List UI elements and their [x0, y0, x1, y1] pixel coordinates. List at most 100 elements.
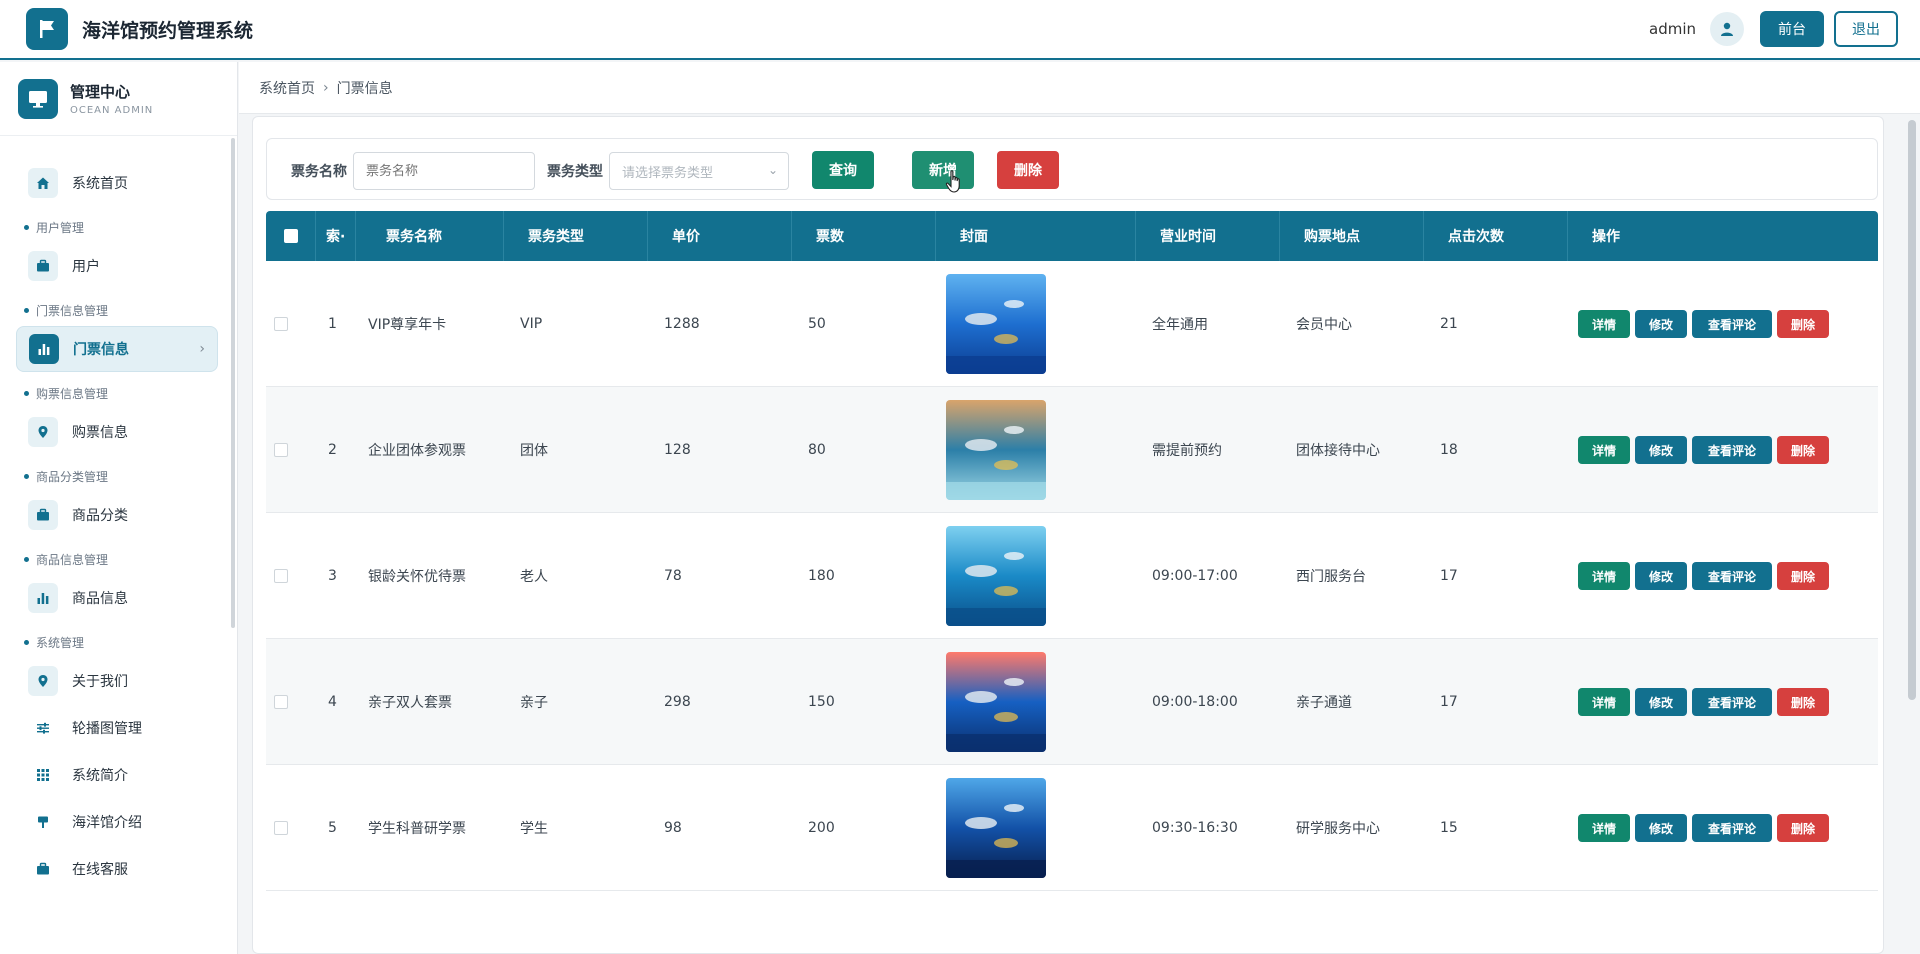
- sidebar-item-home[interactable]: 系统首页: [16, 160, 218, 206]
- cell-type: 老人: [520, 569, 548, 585]
- table-row: 1 VIP尊享年卡 VIP 1288 50 全年通用 会员中心 21 详情 修改…: [266, 261, 1878, 387]
- hand-cursor-icon: [945, 170, 960, 193]
- sidebar-item-label: 商品信息: [72, 591, 128, 607]
- detail-button[interactable]: 详情: [1578, 562, 1630, 590]
- col-count[interactable]: 票数: [792, 211, 936, 261]
- select-all-checkbox[interactable]: [284, 229, 298, 243]
- sidebar-header: 管理中心 OCEAN ADMIN: [0, 62, 237, 136]
- cell-place: 团体接待中心: [1296, 443, 1380, 459]
- ticket-type-select[interactable]: 请选择票务类型 ⌄: [609, 152, 789, 190]
- row-checkbox[interactable]: [274, 569, 288, 583]
- cover-image[interactable]: [946, 400, 1046, 500]
- view-reviews-button[interactable]: 查看评论: [1692, 814, 1772, 842]
- table-row: 4 亲子双人套票 亲子 298 150 09:00-18:00 亲子通道 17: [266, 639, 1878, 765]
- view-reviews-button[interactable]: 查看评论: [1692, 562, 1772, 590]
- col-price[interactable]: 单价: [648, 211, 792, 261]
- delete-button[interactable]: 删除: [1777, 436, 1829, 464]
- sidebar-item-label: 购票信息: [72, 425, 128, 441]
- cell-hours: 需提前预约: [1152, 443, 1222, 459]
- col-clicks[interactable]: 点击次数: [1424, 211, 1568, 261]
- view-reviews-button[interactable]: 查看评论: [1692, 688, 1772, 716]
- sidebar-item-label: 商品分类: [72, 508, 128, 524]
- cell-name: 企业团体参观票: [368, 443, 466, 459]
- col-place[interactable]: 购票地点: [1280, 211, 1424, 261]
- edit-button[interactable]: 修改: [1635, 814, 1687, 842]
- main-scrollbar[interactable]: [1908, 120, 1916, 700]
- view-reviews-button[interactable]: 查看评论: [1692, 310, 1772, 338]
- cell-index: 4: [328, 694, 337, 710]
- delete-button[interactable]: 删除: [1777, 562, 1829, 590]
- row-checkbox[interactable]: [274, 317, 288, 331]
- delete-button[interactable]: 删除: [1777, 814, 1829, 842]
- col-type[interactable]: 票务类型: [504, 211, 648, 261]
- cover-image[interactable]: [946, 274, 1046, 374]
- breadcrumb: 系统首页 › 门票信息: [239, 62, 1920, 114]
- col-name[interactable]: 票务名称: [356, 211, 504, 261]
- table-row: 3 银龄关怀优待票 老人 78 180 09:00-17:00 西门服务台 17: [266, 513, 1878, 639]
- front-page-button[interactable]: 前台: [1760, 11, 1824, 47]
- cell-count: 200: [808, 820, 835, 836]
- detail-button[interactable]: 详情: [1578, 310, 1630, 338]
- cell-type: 团体: [520, 443, 548, 459]
- location-icon: [28, 417, 58, 447]
- detail-button[interactable]: 详情: [1578, 814, 1630, 842]
- cell-name: 亲子双人套票: [368, 695, 452, 711]
- edit-button[interactable]: 修改: [1635, 436, 1687, 464]
- group-label-users: 用户管理: [0, 214, 232, 240]
- cell-place: 研学服务中心: [1296, 821, 1380, 837]
- ticket-name-input[interactable]: [353, 152, 535, 190]
- sidebar-item-label: 系统简介: [72, 768, 128, 784]
- logout-button[interactable]: 退出: [1834, 11, 1898, 47]
- query-button[interactable]: 查询: [812, 151, 874, 189]
- cover-image[interactable]: [946, 526, 1046, 626]
- bulk-delete-button[interactable]: 删除: [997, 151, 1059, 189]
- view-reviews-button[interactable]: 查看评论: [1692, 436, 1772, 464]
- edit-button[interactable]: 修改: [1635, 562, 1687, 590]
- cell-place: 会员中心: [1296, 317, 1352, 333]
- cell-clicks: 17: [1440, 568, 1458, 584]
- cell-index: 1: [328, 316, 337, 332]
- detail-button[interactable]: 详情: [1578, 688, 1630, 716]
- sidebar-item-users[interactable]: 用户: [16, 243, 218, 289]
- user-avatar-icon[interactable]: [1710, 12, 1744, 46]
- add-button[interactable]: 新增: [912, 151, 974, 189]
- row-checkbox[interactable]: [274, 695, 288, 709]
- briefcase-icon: [28, 251, 58, 281]
- cell-hours: 全年通用: [1152, 317, 1208, 333]
- sidebar-item-purchases[interactable]: 购票信息: [16, 409, 218, 455]
- breadcrumb-home-link[interactable]: 系统首页: [259, 78, 315, 98]
- table-row: 5 学生科普研学票 学生 98 200 09:30-16:30 研学服务中心 1: [266, 765, 1878, 891]
- cell-price: 128: [664, 442, 691, 458]
- cover-image[interactable]: [946, 652, 1046, 752]
- cell-count: 80: [808, 442, 826, 458]
- cell-count: 50: [808, 316, 826, 332]
- cell-type: VIP: [520, 316, 543, 332]
- sidebar-item-categories[interactable]: 商品分类: [16, 492, 218, 538]
- delete-button[interactable]: 删除: [1777, 688, 1829, 716]
- edit-button[interactable]: 修改: [1635, 688, 1687, 716]
- cell-name: 学生科普研学票: [368, 821, 466, 837]
- edit-button[interactable]: 修改: [1635, 310, 1687, 338]
- chevron-right-icon: ›: [199, 341, 205, 357]
- cell-count: 150: [808, 694, 835, 710]
- col-actions: 操作: [1592, 229, 1620, 245]
- sidebar-item-carousel[interactable]: 轮播图管理: [16, 705, 218, 751]
- cover-image[interactable]: [946, 778, 1046, 878]
- search-bar: 票务名称 票务类型 请选择票务类型 ⌄ 查询 新增 删除: [266, 138, 1878, 200]
- group-label-tickets: 门票信息管理: [0, 297, 232, 323]
- row-checkbox[interactable]: [274, 821, 288, 835]
- sidebar-item-products[interactable]: 商品信息: [16, 575, 218, 621]
- detail-button[interactable]: 详情: [1578, 436, 1630, 464]
- col-index[interactable]: 索·: [316, 211, 356, 261]
- delete-button[interactable]: 删除: [1777, 310, 1829, 338]
- sidebar-item-intro[interactable]: 系统简介: [16, 752, 218, 798]
- sidebar-item-tickets[interactable]: 门票信息 ›: [16, 326, 218, 372]
- briefcase-icon: [28, 500, 58, 530]
- sidebar-item-support[interactable]: 在线客服: [16, 846, 218, 892]
- row-checkbox[interactable]: [274, 443, 288, 457]
- col-hours[interactable]: 营业时间: [1136, 211, 1280, 261]
- sidebar-item-about[interactable]: 关于我们: [16, 658, 218, 704]
- sidebar-item-aquarium-intro[interactable]: 海洋馆介绍: [16, 799, 218, 845]
- cell-clicks: 17: [1440, 694, 1458, 710]
- grid-icon: [28, 760, 58, 790]
